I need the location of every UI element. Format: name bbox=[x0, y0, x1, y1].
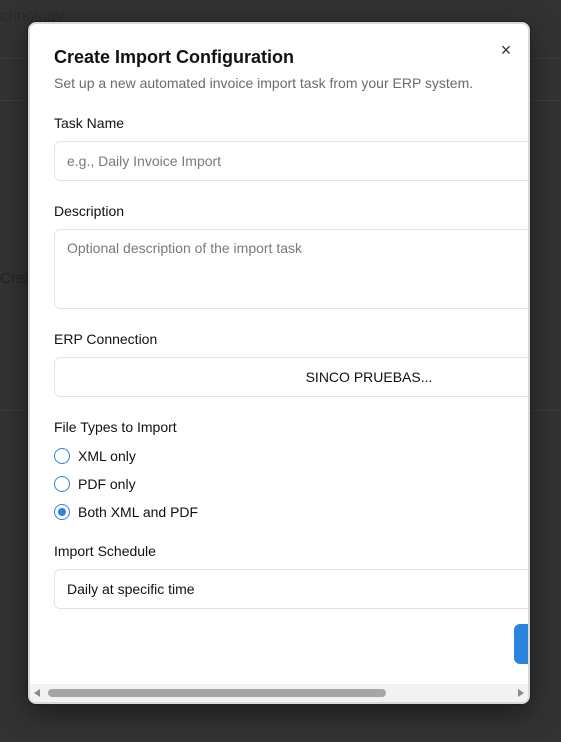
description-textarea[interactable] bbox=[54, 229, 528, 309]
dialog-subtitle: Set up a new automated invoice import ta… bbox=[54, 75, 474, 91]
radio-circle[interactable] bbox=[54, 476, 70, 492]
import-config-dialog: × Create Import Configuration Set up a n… bbox=[28, 22, 530, 704]
scrollbar-thumb[interactable] bbox=[48, 689, 386, 697]
dialog-title: Create Import Configuration bbox=[54, 47, 295, 67]
radio-label: PDF only bbox=[78, 476, 136, 492]
scroll-left-icon[interactable] bbox=[34, 689, 40, 697]
radio-circle[interactable] bbox=[54, 448, 70, 464]
task-name-input[interactable] bbox=[54, 141, 528, 181]
file-types-label: File Types to Import bbox=[54, 419, 177, 435]
task-name-label: Task Name bbox=[54, 115, 125, 131]
import-schedule-label: Import Schedule bbox=[54, 543, 156, 559]
import-schedule-value: Daily at specific time bbox=[67, 581, 195, 597]
scroll-right-icon[interactable] bbox=[518, 689, 524, 697]
close-button[interactable]: × bbox=[496, 40, 516, 60]
radio-circle-checked[interactable] bbox=[54, 504, 70, 520]
dialog-content: × Create Import Configuration Set up a n… bbox=[30, 24, 528, 684]
description-label: Description bbox=[54, 203, 125, 219]
radio-pdf-only[interactable]: PDF only bbox=[54, 476, 136, 492]
radio-label: Both XML and PDF bbox=[78, 504, 199, 520]
radio-both-xml-pdf[interactable]: Both XML and PDF bbox=[54, 504, 198, 520]
close-icon: × bbox=[500, 39, 512, 60]
create-button[interactable] bbox=[514, 624, 528, 664]
radio-label: XML only bbox=[78, 448, 136, 464]
erp-connection-select[interactable]: SINCO PRUEBAS... bbox=[54, 357, 528, 397]
import-schedule-select[interactable]: Daily at specific time bbox=[54, 569, 528, 609]
erp-connection-label: ERP Connection bbox=[54, 331, 158, 347]
horizontal-scrollbar[interactable] bbox=[30, 684, 528, 702]
radio-xml-only[interactable]: XML only bbox=[54, 448, 136, 464]
erp-connection-value: SINCO PRUEBAS... bbox=[305, 369, 433, 385]
